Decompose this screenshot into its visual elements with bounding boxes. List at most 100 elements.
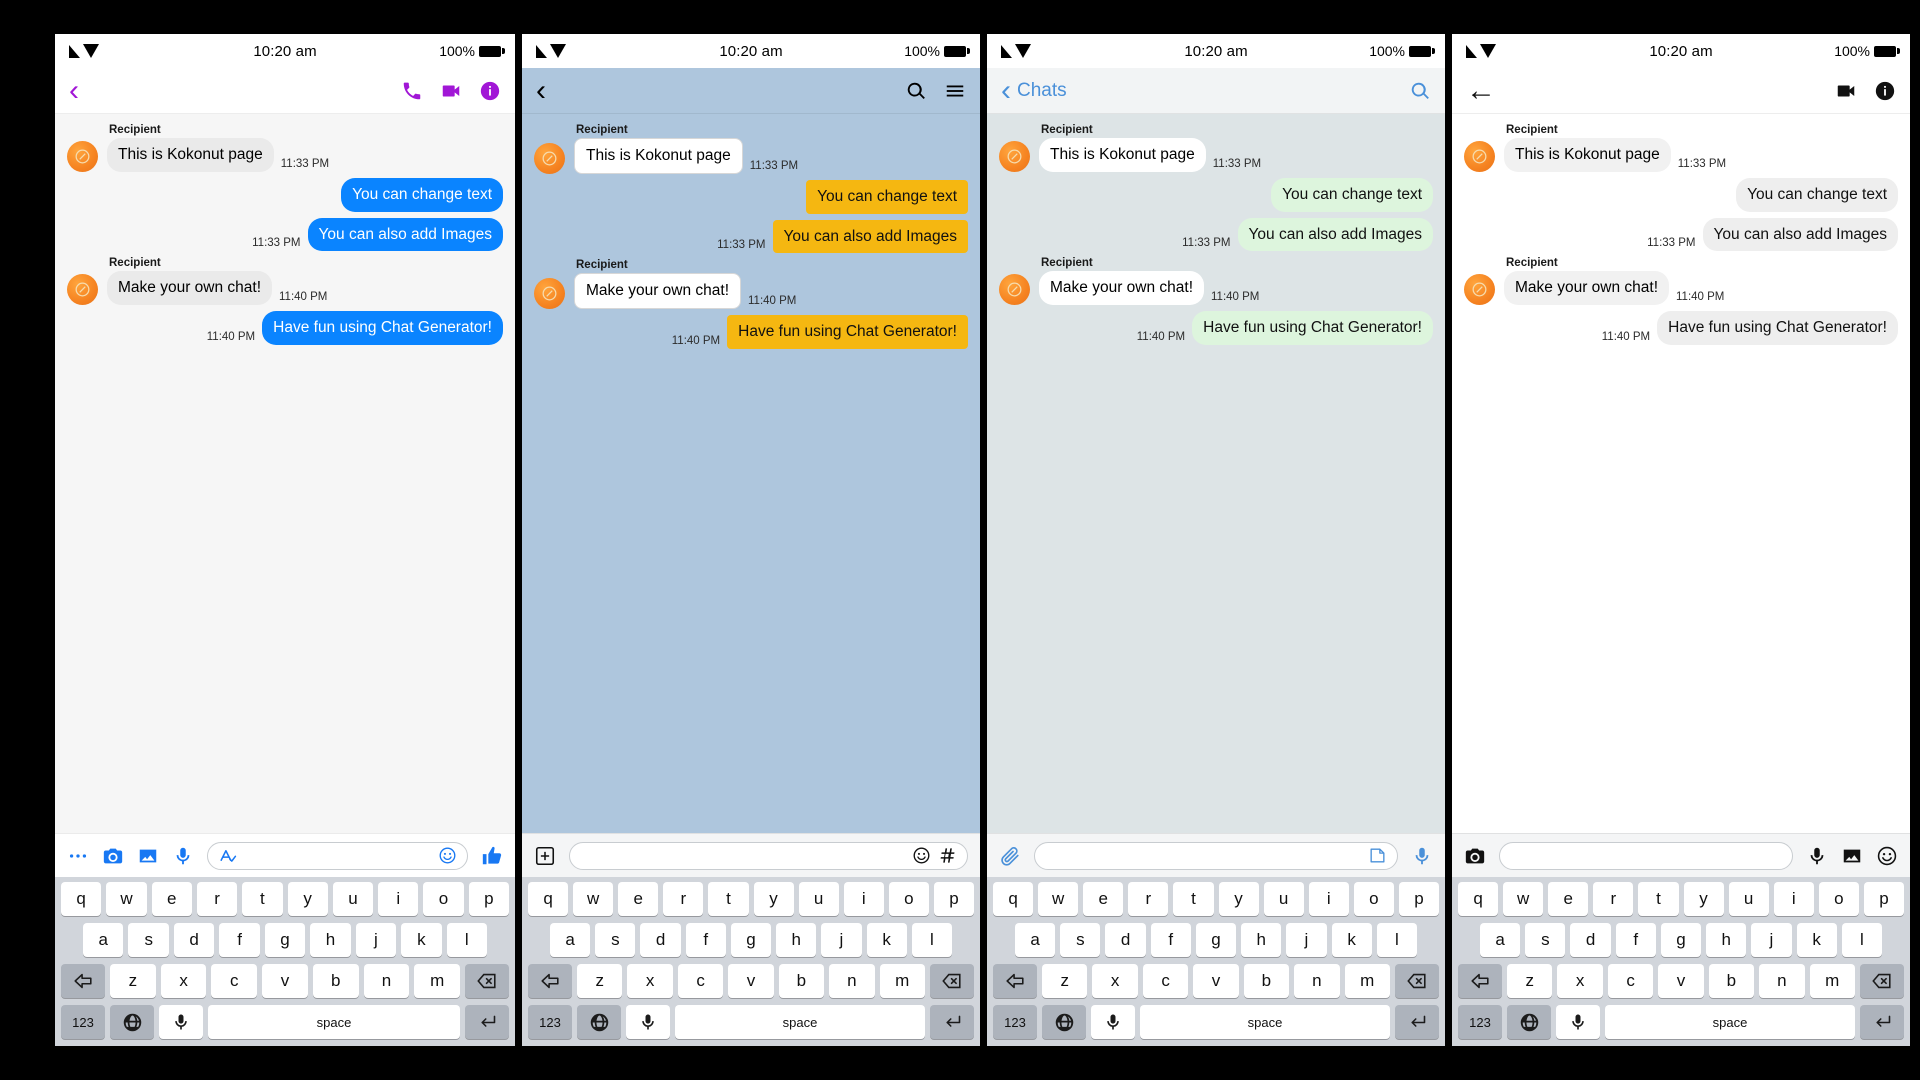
- key-q[interactable]: q: [993, 882, 1034, 916]
- key-u[interactable]: u: [1263, 882, 1304, 916]
- key-n[interactable]: n: [829, 964, 875, 998]
- globe-icon[interactable]: [1507, 1005, 1551, 1039]
- key-p[interactable]: p: [1398, 882, 1439, 916]
- numbers-key[interactable]: 123: [61, 1005, 105, 1039]
- key-m[interactable]: m: [879, 964, 925, 998]
- gallery-icon[interactable]: [1841, 845, 1863, 867]
- message-bubble[interactable]: This is Kokonut page: [1039, 138, 1206, 172]
- shift-key[interactable]: [60, 964, 105, 998]
- message-bubble[interactable]: This is Kokonut page: [107, 138, 274, 172]
- microphone-icon[interactable]: [1806, 845, 1828, 867]
- key-k[interactable]: k: [401, 923, 442, 957]
- avatar[interactable]: [1464, 274, 1495, 306]
- key-x[interactable]: x: [160, 964, 207, 998]
- key-o[interactable]: o: [1353, 882, 1394, 916]
- key-r[interactable]: r: [663, 882, 704, 916]
- key-h[interactable]: h: [776, 923, 817, 957]
- key-e[interactable]: e: [151, 882, 192, 916]
- key-v[interactable]: v: [728, 964, 774, 998]
- message-bubble[interactable]: Make your own chat!: [107, 271, 273, 306]
- key-d[interactable]: d: [1570, 923, 1611, 957]
- key-b[interactable]: b: [778, 964, 825, 998]
- key-w[interactable]: w: [1503, 882, 1544, 916]
- aa-text-icon[interactable]: [218, 846, 237, 865]
- search-icon[interactable]: [905, 80, 927, 102]
- key-j[interactable]: j: [821, 923, 862, 957]
- hashtag-icon[interactable]: [938, 846, 957, 865]
- message-bubble[interactable]: You can also add Images: [307, 217, 503, 252]
- key-t[interactable]: t: [708, 882, 749, 916]
- key-x[interactable]: x: [1557, 964, 1603, 998]
- key-l[interactable]: l: [1376, 923, 1417, 957]
- avatar[interactable]: [534, 142, 565, 174]
- key-f[interactable]: f: [219, 923, 260, 957]
- key-h[interactable]: h: [1241, 923, 1282, 957]
- video-camera-icon[interactable]: [1835, 80, 1857, 102]
- key-g[interactable]: g: [264, 923, 306, 957]
- key-s[interactable]: s: [595, 923, 636, 957]
- numbers-key[interactable]: 123: [528, 1005, 572, 1039]
- key-m[interactable]: m: [414, 964, 461, 998]
- message-input[interactable]: [207, 841, 468, 870]
- key-b[interactable]: b: [1243, 964, 1290, 998]
- gallery-icon[interactable]: [137, 845, 159, 867]
- key-m[interactable]: m: [1809, 964, 1855, 998]
- microphone-icon[interactable]: [1411, 845, 1433, 867]
- key-t[interactable]: t: [1638, 882, 1679, 916]
- key-v[interactable]: v: [1193, 964, 1239, 998]
- message-bubble[interactable]: This is Kokonut page: [574, 138, 743, 174]
- key-d[interactable]: d: [173, 923, 215, 957]
- key-s[interactable]: s: [128, 923, 169, 957]
- return-key[interactable]: [930, 1005, 974, 1039]
- key-u[interactable]: u: [798, 882, 839, 916]
- key-g[interactable]: g: [730, 923, 772, 957]
- key-c[interactable]: c: [1607, 964, 1654, 998]
- emoji-icon[interactable]: [438, 846, 457, 865]
- numbers-key[interactable]: 123: [993, 1005, 1037, 1039]
- key-o[interactable]: o: [888, 882, 929, 916]
- space-key[interactable]: space: [1605, 1005, 1855, 1039]
- backspace-key[interactable]: [1859, 964, 1904, 998]
- key-n[interactable]: n: [1759, 964, 1805, 998]
- back-button[interactable]: ‹: [1001, 75, 1011, 106]
- phone-icon[interactable]: [401, 80, 423, 102]
- key-u[interactable]: u: [332, 882, 374, 916]
- shift-key[interactable]: [528, 964, 573, 998]
- key-l[interactable]: l: [1841, 923, 1882, 957]
- avatar[interactable]: [67, 274, 98, 306]
- numbers-key[interactable]: 123: [1458, 1005, 1502, 1039]
- key-l[interactable]: l: [911, 923, 952, 957]
- key-l[interactable]: l: [446, 923, 487, 957]
- key-b[interactable]: b: [312, 964, 359, 998]
- key-x[interactable]: x: [627, 964, 673, 998]
- return-key[interactable]: [1395, 1005, 1439, 1039]
- key-c[interactable]: c: [211, 964, 258, 998]
- message-bubble[interactable]: Make your own chat!: [1039, 271, 1205, 306]
- more-dots-icon[interactable]: [67, 845, 89, 867]
- key-j[interactable]: j: [1286, 923, 1327, 957]
- key-i[interactable]: i: [1308, 882, 1349, 916]
- key-e[interactable]: e: [618, 882, 659, 916]
- attachment-icon[interactable]: [999, 845, 1021, 867]
- key-k[interactable]: k: [866, 923, 907, 957]
- message-bubble[interactable]: Have fun using Chat Generator!: [1657, 311, 1898, 346]
- key-f[interactable]: f: [1150, 923, 1191, 957]
- key-r[interactable]: r: [196, 882, 238, 916]
- avatar[interactable]: [1464, 140, 1495, 172]
- message-bubble[interactable]: Make your own chat!: [1504, 271, 1670, 306]
- key-p[interactable]: p: [1863, 882, 1904, 916]
- key-s[interactable]: s: [1525, 923, 1566, 957]
- key-q[interactable]: q: [61, 882, 102, 916]
- key-c[interactable]: c: [677, 964, 724, 998]
- backspace-key[interactable]: [1394, 964, 1439, 998]
- key-y[interactable]: y: [753, 882, 794, 916]
- key-d[interactable]: d: [1105, 923, 1146, 957]
- message-bubble[interactable]: Make your own chat!: [574, 273, 742, 310]
- message-bubble[interactable]: You can also add Images: [1702, 217, 1898, 252]
- key-e[interactable]: e: [1083, 882, 1124, 916]
- key-r[interactable]: r: [1593, 882, 1634, 916]
- mic-key[interactable]: [1556, 1005, 1600, 1039]
- search-icon[interactable]: [1409, 80, 1431, 102]
- globe-icon[interactable]: [1042, 1005, 1086, 1039]
- key-q[interactable]: q: [1458, 882, 1499, 916]
